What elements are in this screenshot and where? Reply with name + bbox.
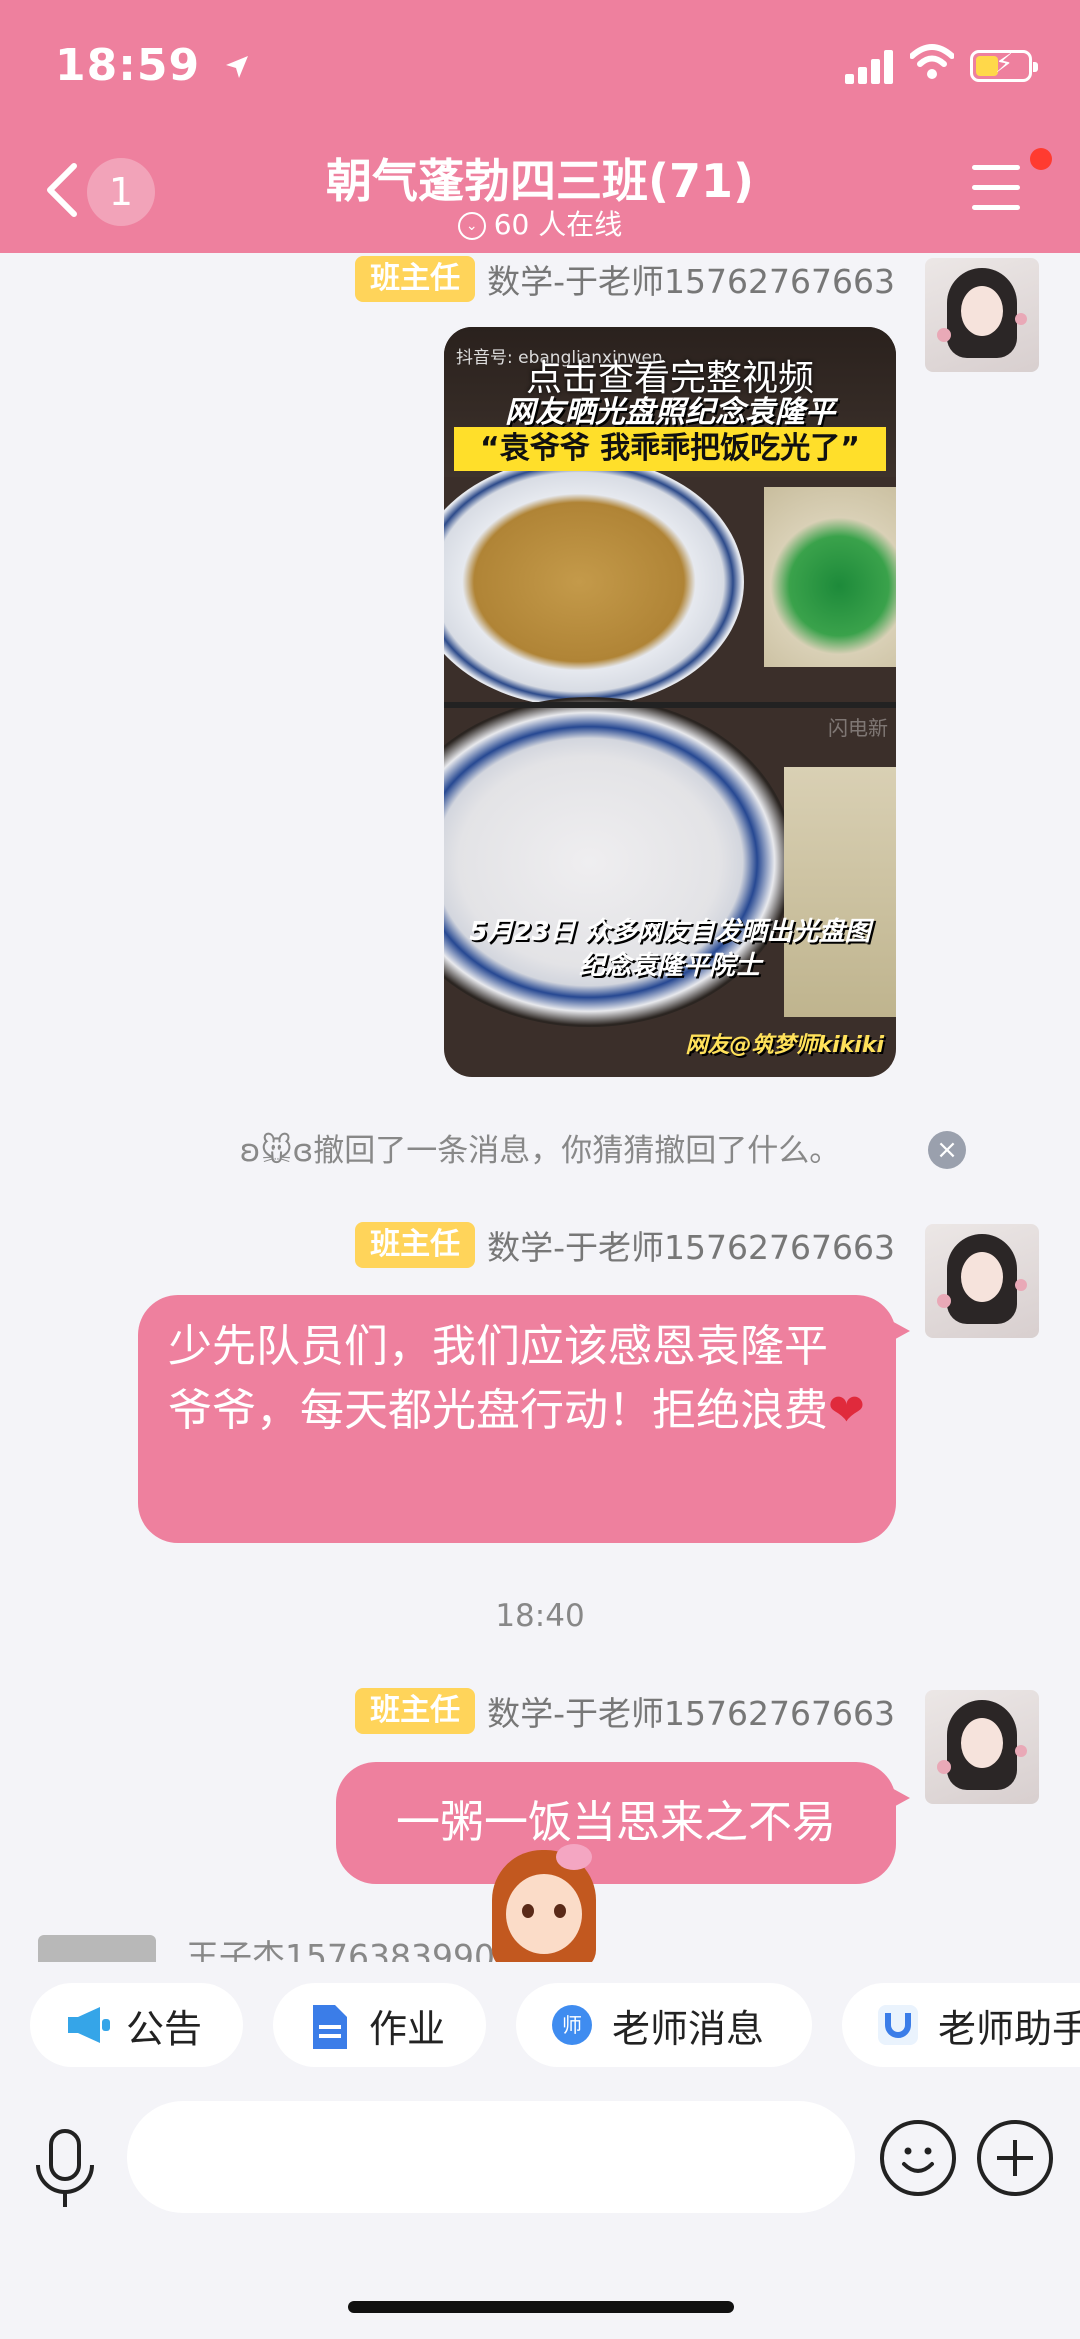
teacher-avatar[interactable] — [925, 258, 1039, 372]
message-bubble[interactable]: 少先队员们，我们应该感恩袁隆平爷爷，每天都光盘行动！拒绝浪费❤ — [138, 1295, 910, 1543]
homework-label: 作业 — [369, 2006, 446, 2051]
teacher-avatar[interactable] — [925, 1224, 1039, 1338]
video-divider — [444, 702, 896, 708]
video-caption-line-1: 5月23日 众多网友自发晒出光盘图 — [469, 917, 871, 947]
online-count[interactable]: ⌄ 60 人在线 — [0, 203, 1080, 243]
video-caption: 5月23日 众多网友自发晒出光盘图 纪念袁隆平院士 — [444, 915, 896, 983]
cellular-signal-icon — [845, 50, 897, 84]
announcement-label: 公告 — [126, 2006, 203, 2051]
chat-header: 18:59 ⚡ 1 朝气蓬勃四三班(71) ⌄ 60 人在线 — [0, 0, 1080, 253]
teacher-avatar[interactable] — [925, 1690, 1039, 1804]
document-icon — [307, 2003, 351, 2049]
wifi-icon — [909, 42, 955, 82]
sender-name: 数学-于老师15762767663 — [487, 262, 895, 301]
quick-actions-bar[interactable]: 公告 作业 师 老师消息 老师助手 — [0, 1962, 1080, 2090]
magnet-icon — [876, 2003, 920, 2047]
message-input[interactable] — [127, 2101, 855, 2213]
video-headline: 网友晒光盘照纪念袁隆平 — [505, 395, 835, 430]
sender-name: 王子杰15763839900 — [186, 1937, 516, 1962]
notification-dot — [1030, 148, 1052, 170]
video-caption-line-2: 纪念袁隆平院士 — [578, 951, 761, 981]
role-tag: 班主任 — [355, 1222, 476, 1268]
plus-icon[interactable] — [977, 2120, 1053, 2196]
announcement-button[interactable]: 公告 — [30, 1983, 243, 2067]
status-time: 18:59 — [55, 40, 250, 91]
home-indicator — [348, 2301, 734, 2313]
message-bubble[interactable]: 一粥一饭当思来之不易 — [336, 1762, 910, 1884]
emoji-icon[interactable] — [880, 2120, 956, 2196]
teacher-messages-button[interactable]: 师 老师消息 — [516, 1983, 812, 2067]
megaphone-icon — [64, 2003, 110, 2047]
status-time-text: 18:59 — [55, 40, 201, 91]
time-separator: 18:40 — [495, 1598, 585, 1634]
food-bowl-image — [444, 457, 744, 707]
teacher-badge-icon: 师 — [550, 2003, 594, 2047]
homework-button[interactable]: 作业 — [273, 1983, 486, 2067]
chevron-down-icon: ⌄ — [457, 212, 486, 240]
message-sender-row: 班主任 数学-于老师15762767663 — [355, 254, 895, 304]
message-sender-row: 班主任 数学-于老师15762767663 — [355, 1686, 895, 1736]
teacher-messages-label: 老师消息 — [612, 2006, 765, 2051]
teacher-assistant-button[interactable]: 老师助手 — [842, 1983, 1080, 2067]
online-count-text: 60 人在线 — [493, 208, 623, 241]
member-avatar[interactable] — [38, 1935, 156, 1965]
role-tag: 班主任 — [355, 1688, 476, 1734]
close-icon[interactable]: × — [928, 1131, 966, 1169]
location-arrow-icon — [224, 40, 250, 91]
sender-name: 数学-于老师15762767663 — [487, 1228, 895, 1267]
video-quote: “袁爷爷 我乖乖把饭吃光了” — [454, 427, 886, 471]
recall-notice: ʚ🐭ɞ撤回了一条消息，你猜猜撤回了什么。 — [239, 1133, 841, 1169]
message-sender-row: 班主任 数学-于老师15762767663 — [355, 1220, 895, 1270]
video-credit: 网友@筑梦师kikiki — [685, 1033, 884, 1058]
input-bar — [0, 2090, 1080, 2339]
teacher-assistant-label: 老师助手 — [938, 2006, 1080, 2051]
video-corner-mark: 闪电新 — [828, 716, 888, 740]
group-title[interactable]: 朝气蓬勃四三班(71) — [0, 145, 1080, 211]
video-message[interactable]: 抖音号: ebanglianxinwen 点击查看完整视频 网友晒光盘照纪念袁隆… — [444, 327, 896, 1077]
teacher-badge-text: 师 — [562, 2013, 582, 2037]
message-text: 少先队员们，我们应该感恩袁隆平爷爷，每天都光盘行动！拒绝浪费 — [168, 1321, 828, 1436]
seaweed-dish-image — [764, 487, 896, 667]
microphone-icon[interactable] — [30, 2125, 100, 2215]
menu-icon[interactable] — [972, 165, 1022, 213]
battery-charging-icon: ⚡ — [970, 49, 1038, 82]
cartoon-girl-sticker — [484, 1840, 604, 1962]
sender-name: 数学-于老师15762767663 — [487, 1694, 895, 1733]
heart-emoji-icon: ❤ — [828, 1385, 865, 1436]
message-text: 一粥一饭当思来之不易 — [396, 1797, 836, 1848]
role-tag: 班主任 — [355, 256, 476, 302]
